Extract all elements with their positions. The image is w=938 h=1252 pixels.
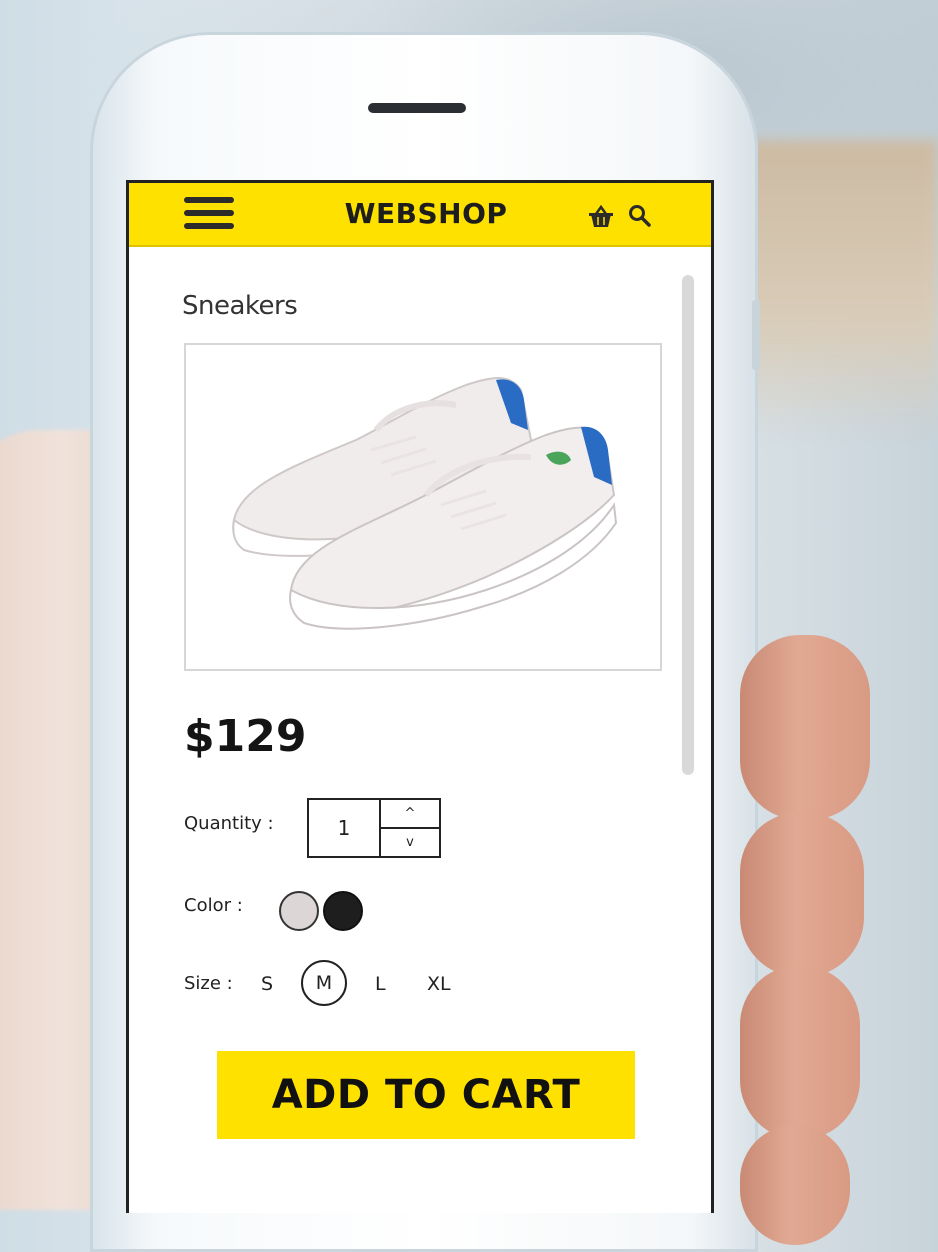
- phone-speaker: [368, 103, 466, 113]
- white-sneakers-image: [232, 377, 618, 630]
- hamburger-menu-icon[interactable]: [184, 197, 234, 233]
- quantity-increase-button[interactable]: ^: [381, 800, 439, 829]
- quantity-decrease-button[interactable]: v: [381, 829, 439, 856]
- finger: [740, 635, 870, 820]
- finger: [740, 965, 860, 1140]
- basket-icon[interactable]: [587, 204, 615, 229]
- product-title: Sneakers: [182, 291, 298, 321]
- quantity-label: Quantity :: [184, 813, 274, 834]
- color-swatch-dark[interactable]: [323, 891, 363, 931]
- scrollbar[interactable]: [682, 275, 694, 775]
- size-option-s[interactable]: S: [261, 973, 273, 995]
- quantity-value[interactable]: 1: [309, 800, 381, 856]
- size-label: Size :: [184, 973, 233, 994]
- finger: [740, 812, 864, 977]
- quantity-stepper[interactable]: 1 ^ v: [307, 798, 441, 858]
- add-to-cart-button[interactable]: ADD TO CART: [217, 1051, 635, 1139]
- phone-side-button: [752, 300, 760, 370]
- phone-screen: WEBSHOP Sneakers $129 Quantity: 1 ^ v C…: [126, 180, 714, 1213]
- product-price: $129: [184, 711, 307, 762]
- color-swatch-light[interactable]: [279, 891, 319, 931]
- size-option-m[interactable]: M: [301, 960, 347, 1006]
- search-icon[interactable]: [627, 203, 653, 229]
- size-option-xl[interactable]: XL: [427, 973, 451, 995]
- background-wood: [740, 140, 938, 440]
- color-label: Color :: [184, 895, 243, 916]
- top-bar: WEBSHOP: [129, 183, 711, 247]
- brand-title: WEBSHOP: [344, 197, 508, 230]
- size-option-l[interactable]: L: [375, 973, 386, 995]
- product-image-frame: [184, 343, 662, 671]
- finger: [740, 1125, 850, 1245]
